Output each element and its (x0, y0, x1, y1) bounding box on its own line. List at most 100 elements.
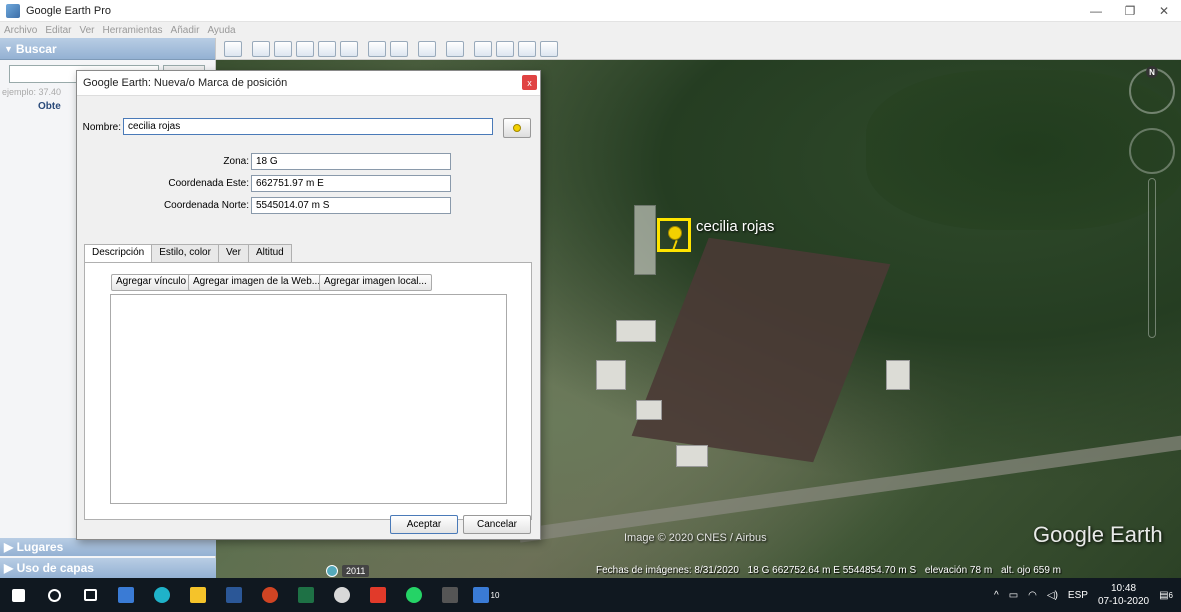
word-icon[interactable] (216, 578, 252, 612)
layers-panel-header[interactable]: ▶ Uso de capas (0, 558, 216, 578)
description-textarea[interactable] (110, 294, 507, 504)
save-image-icon[interactable] (518, 40, 536, 57)
google-earth-watermark: Google Earth (1033, 522, 1163, 547)
accept-button[interactable]: Aceptar (390, 515, 458, 534)
add-placemark-icon[interactable] (252, 40, 270, 57)
windows-start-icon[interactable] (0, 578, 36, 612)
view-in-maps-icon[interactable] (540, 40, 558, 57)
tab-estilo-color[interactable]: Estilo, color (151, 244, 219, 262)
windows-taskbar: 10 ^ ▭ ◠ ◁) ESP 10:48 07-10-2020 ▤6 (0, 578, 1181, 612)
plowed-field (631, 237, 891, 463)
menu-ver[interactable]: Ver (79, 25, 94, 36)
tray-chevron-icon[interactable]: ^ (994, 590, 999, 601)
search-panel-title: Buscar (15, 41, 57, 56)
battery-icon[interactable]: ▭ (1009, 590, 1018, 601)
north-badge-icon[interactable]: N (1146, 66, 1158, 78)
ruler-icon[interactable] (446, 40, 464, 57)
elevation-readout: elevación 78 m (924, 565, 993, 576)
building (636, 400, 662, 420)
menu-bar: Archivo Editar Ver Herramientas Añadir A… (0, 22, 1181, 38)
system-tray: ^ ▭ ◠ ◁) ESP 10:48 07-10-2020 ▤6 (994, 578, 1181, 612)
dialog-close-button[interactable]: x (522, 75, 537, 90)
add-path-icon[interactable] (296, 40, 314, 57)
add-web-image-button[interactable]: Agregar imagen de la Web... (188, 274, 326, 291)
restore-button[interactable]: ❐ (1113, 0, 1147, 22)
map-status-bar: Fechas de imágenes: 8/31/2020 18 G 66275… (596, 565, 1181, 578)
places-panel-title: Lugares (16, 540, 64, 554)
dialog-title: Google Earth: Nueva/o Marca de posición (83, 77, 288, 89)
move-control-ring[interactable] (1129, 128, 1175, 174)
building (676, 445, 708, 467)
description-tab-panel: Agregar vínculo Agregar imagen de la Web… (84, 262, 532, 520)
app-badge-icon[interactable]: 10 (468, 578, 504, 612)
sun-icon[interactable] (390, 40, 408, 57)
new-placemark-dialog: Google Earth: Nueva/o Marca de posición … (76, 70, 541, 540)
imagery-copyright: Image © 2020 CNES / Airbus (624, 532, 767, 544)
toggle-sidebar-icon[interactable] (224, 40, 242, 57)
planets-icon[interactable] (418, 40, 436, 57)
places-panel-header[interactable]: ▶ Lugares (0, 538, 216, 556)
yellow-pushpin-icon[interactable] (668, 226, 682, 240)
excel-icon[interactable] (288, 578, 324, 612)
add-polygon-icon[interactable] (274, 40, 292, 57)
add-overlay-icon[interactable] (318, 40, 336, 57)
print-icon[interactable] (496, 40, 514, 57)
close-window-button[interactable]: ✕ (1147, 0, 1181, 22)
tab-descripcion[interactable]: Descripción (84, 244, 153, 263)
record-tour-icon[interactable] (340, 40, 358, 57)
cancel-button[interactable]: Cancelar (463, 515, 531, 534)
notification-icon[interactable]: ▤6 (1159, 590, 1173, 601)
tab-altitud[interactable]: Altitud (247, 244, 292, 262)
menu-herramientas[interactable]: Herramientas (103, 25, 163, 36)
notification-count: 6 (1168, 590, 1173, 600)
easting-field[interactable]: 662751.97 m E (251, 175, 451, 192)
building (634, 205, 656, 275)
menu-archivo[interactable]: Archivo (4, 25, 37, 36)
clock-date: 07-10-2020 (1097, 596, 1150, 607)
zoom-slider[interactable] (1148, 178, 1156, 338)
layers-panel-title: Uso de capas (16, 561, 94, 575)
placemark-selection-box[interactable] (657, 218, 691, 252)
dialog-tabs: Descripción Estilo, color Ver Altitud (84, 244, 292, 263)
task-view-icon[interactable] (72, 578, 108, 612)
whatsapp-icon[interactable] (396, 578, 432, 612)
email-icon[interactable] (474, 40, 492, 57)
search-icon[interactable] (36, 578, 72, 612)
menu-editar[interactable]: Editar (45, 25, 71, 36)
placemark-icon-button[interactable] (503, 118, 531, 138)
building (886, 360, 910, 390)
easting-label: Coordenada Este: (168, 178, 249, 189)
language-indicator[interactable]: ESP (1068, 590, 1088, 601)
acrobat-icon[interactable] (360, 578, 396, 612)
zona-field[interactable]: 18 G (251, 153, 451, 170)
name-field[interactable]: cecilia rojas (123, 118, 493, 135)
wifi-icon[interactable]: ◠ (1028, 590, 1037, 601)
google-earth-taskbar-icon[interactable] (324, 578, 360, 612)
toolbar (216, 38, 1181, 60)
powerpoint-icon[interactable] (252, 578, 288, 612)
minimize-button[interactable]: — (1079, 0, 1113, 22)
add-local-image-button[interactable]: Agregar imagen local... (319, 274, 432, 291)
file-explorer-icon[interactable] (180, 578, 216, 612)
year-label: 2011 (342, 565, 370, 577)
northing-field[interactable]: 5545014.07 m S (251, 197, 451, 214)
historical-year-badge[interactable]: 2011 (326, 565, 370, 577)
calculator-icon[interactable] (432, 578, 468, 612)
search-panel-header[interactable]: ▼ Buscar (0, 38, 215, 60)
volume-icon[interactable]: ◁) (1047, 590, 1058, 601)
tab-ver[interactable]: Ver (217, 244, 249, 262)
store-icon[interactable] (108, 578, 144, 612)
add-link-button[interactable]: Agregar vínculo (111, 274, 192, 291)
google-earth-icon (6, 3, 20, 18)
building (616, 320, 656, 342)
historical-imagery-icon[interactable] (368, 40, 386, 57)
menu-ayuda[interactable]: Ayuda (207, 25, 235, 36)
pushpin-icon (513, 124, 521, 132)
name-label: Nombre: (82, 122, 121, 133)
menu-anadir[interactable]: Añadir (171, 25, 200, 36)
edge-icon[interactable] (144, 578, 180, 612)
expand-triangle-icon: ▶ (4, 540, 17, 554)
clock[interactable]: 10:48 07-10-2020 (1098, 582, 1149, 608)
clock-time: 10:48 (1111, 583, 1137, 594)
imagery-date: Fechas de imágenes: 8/31/2020 (596, 565, 739, 576)
